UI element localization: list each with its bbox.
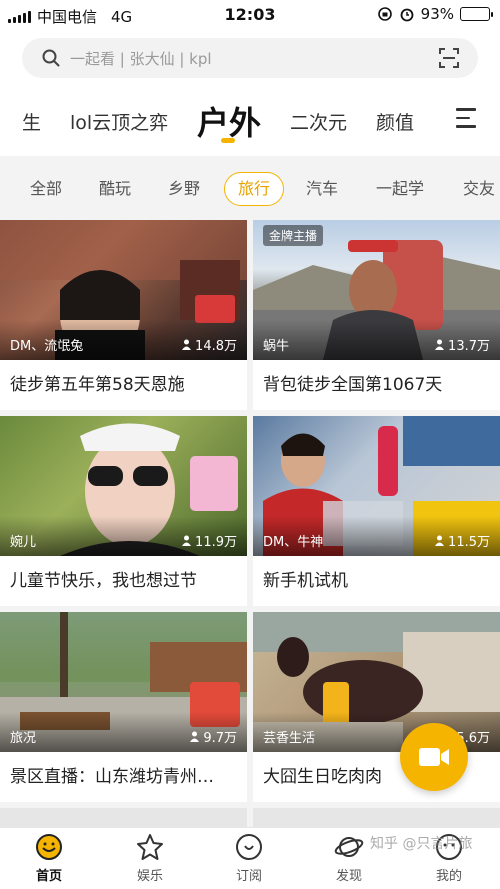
star-icon — [137, 834, 163, 860]
filter-chip-0[interactable]: 全部 — [30, 172, 62, 206]
stream-card[interactable]: DM、流氓兔 14.8万 徒步第五年第58天恩施 — [0, 220, 247, 410]
watermark: 知乎 @只言片旅 — [370, 836, 473, 852]
stream-title: 景区直播：山东潍坊青州… — [10, 767, 214, 787]
heart-icon — [236, 834, 262, 860]
person-icon — [190, 731, 200, 742]
battery-percent: 93% — [420, 5, 454, 23]
viewer-count: 11.9万 — [181, 531, 237, 550]
filter-chip-5[interactable]: 一起学 — [376, 172, 424, 206]
gold-streamer-badge: 金牌主播 — [263, 225, 324, 246]
viewer-count-text: 13.7万 — [448, 339, 490, 354]
stream-thumbnail: DM、牛神 11.5万 — [253, 416, 500, 556]
alarm-icon — [400, 8, 414, 22]
filter-chip-4[interactable]: 汽车 — [306, 172, 338, 206]
stream-title: 徒步第五年第58天恩施 — [10, 375, 185, 395]
stream-thumbnail: 金牌主播 蜗牛 13.7万 — [253, 220, 500, 360]
stream-card[interactable]: 婉儿 11.9万 儿童节快乐，我也想过节 — [0, 416, 247, 606]
person-icon — [435, 339, 445, 350]
person-icon — [182, 535, 192, 546]
stream-thumbnail: 芸香生活 5.6万 — [253, 612, 500, 752]
status-bar: 中国电信 4G 12:03 93% — [0, 0, 500, 30]
home-icon — [36, 834, 62, 860]
streamer-name: DM、牛神 — [263, 535, 324, 550]
tab-category-4[interactable]: 颜值 — [376, 108, 414, 135]
search-input[interactable]: 一起看 | 张大仙 | kpl — [70, 48, 212, 69]
filter-chip-6[interactable]: 交友 — [463, 172, 495, 206]
tab-category-0[interactable]: 生 — [22, 108, 41, 135]
search-bar[interactable]: 一起看 | 张大仙 | kpl — [22, 38, 478, 78]
header: 一起看 | 张大仙 | kpl 生 lol云顶之弈 户外 二次元 颜值 — [0, 30, 500, 156]
filter-bar: 全部 酷玩 乡野 旅行 汽车 一起学 交友 — [0, 165, 500, 215]
stream-title: 背包徒步全国第1067天 — [263, 375, 443, 395]
planet-icon — [334, 837, 364, 857]
tab-label: 发现 — [335, 869, 362, 884]
tab-entertainment[interactable]: 娱乐 — [115, 832, 185, 884]
tab-subscribe[interactable]: 订阅 — [214, 832, 284, 884]
tab-category-1[interactable]: lol云顶之弈 — [70, 108, 168, 135]
viewer-count: 13.7万 — [434, 335, 490, 354]
search-icon — [42, 49, 60, 67]
stream-thumbnail: 婉儿 11.9万 — [0, 416, 247, 556]
stream-thumbnail: 旅况 9.7万 — [0, 612, 247, 752]
stream-card-partial[interactable] — [253, 808, 500, 828]
streamer-name: DM、流氓兔 — [10, 339, 84, 354]
viewer-count: 14.8万 — [181, 335, 237, 354]
tab-label: 订阅 — [235, 869, 262, 884]
menu-icon[interactable] — [456, 108, 476, 128]
start-live-button[interactable] — [400, 723, 468, 791]
stream-card[interactable]: 金牌主播 蜗牛 13.7万 背包徒步全国第1067天 — [253, 220, 500, 410]
filter-chip-2[interactable]: 乡野 — [168, 172, 200, 206]
scan-icon[interactable] — [438, 47, 460, 69]
viewer-count-text: 11.5万 — [448, 535, 490, 550]
category-tabs: 生 lol云顶之弈 户外 二次元 颜值 — [0, 92, 500, 148]
tab-label: 首页 — [35, 869, 62, 884]
streamer-name: 婉儿 — [10, 535, 37, 550]
filter-chip-3[interactable]: 旅行 — [224, 172, 285, 206]
tab-label: 我的 — [435, 869, 462, 884]
active-tab-indicator — [221, 138, 235, 143]
stream-title: 新手机试机 — [263, 571, 348, 591]
stream-title: 儿童节快乐，我也想过节 — [10, 571, 197, 591]
person-icon — [435, 535, 445, 546]
stream-thumbnail: DM、流氓兔 14.8万 — [0, 220, 247, 360]
viewer-count-text: 9.7万 — [203, 731, 237, 746]
streamer-name: 芸香生活 — [263, 731, 316, 746]
orientation-lock-icon — [377, 7, 392, 21]
stream-card[interactable]: DM、牛神 11.5万 新手机试机 — [253, 416, 500, 606]
viewer-count-text: 11.9万 — [195, 535, 237, 550]
video-camera-icon — [419, 748, 449, 766]
stream-card-partial[interactable] — [0, 808, 247, 828]
filter-chip-1[interactable]: 酷玩 — [99, 172, 131, 206]
tab-home[interactable]: 首页 — [14, 832, 84, 884]
tab-category-3[interactable]: 二次元 — [290, 108, 347, 135]
streamer-name: 蜗牛 — [263, 339, 290, 354]
viewer-count: 11.5万 — [434, 531, 490, 550]
person-icon — [182, 339, 192, 350]
viewer-count: 9.7万 — [189, 727, 237, 746]
viewer-count-text: 14.8万 — [195, 339, 237, 354]
status-right: 93% — [377, 5, 493, 23]
streamer-name: 旅况 — [10, 731, 37, 746]
tab-label: 娱乐 — [136, 869, 163, 884]
stream-card[interactable]: 旅况 9.7万 景区直播：山东潍坊青州… — [0, 612, 247, 802]
battery-icon — [460, 7, 493, 21]
